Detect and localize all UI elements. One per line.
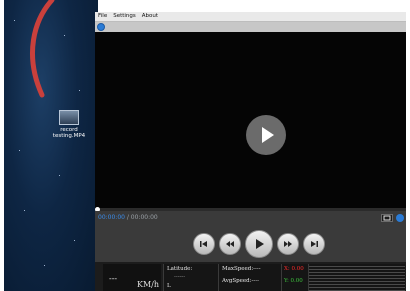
avg-speed-label: AvgSpeed:----	[222, 278, 259, 284]
video-player-window: File Settings About 00:00:00 / 00:00:00	[95, 12, 406, 291]
menu-settings[interactable]: Settings	[110, 12, 139, 21]
big-play-button[interactable]	[246, 115, 286, 155]
current-time: 00:00:00	[98, 214, 125, 221]
toolbar	[95, 22, 406, 32]
video-area[interactable]	[95, 32, 406, 208]
star	[64, 35, 65, 36]
open-file-icon[interactable]	[97, 23, 105, 31]
gsensor-panel: X: 0.00 Y: 0.00	[281, 264, 308, 291]
total-time: 00:00:00	[130, 214, 158, 221]
y-axis-value: Y: 0.00	[284, 278, 303, 284]
star	[44, 265, 45, 266]
menu-bar: File Settings About	[95, 12, 406, 22]
latitude-label: Latitude:	[167, 266, 193, 272]
longitude-label: L	[167, 283, 171, 289]
skip-forward-icon	[311, 241, 318, 247]
time-display: 00:00:00 / 00:00:00	[98, 214, 158, 221]
control-panel: 00:00:00 / 00:00:00	[95, 211, 406, 262]
latitude-value: ------	[174, 274, 186, 280]
menu-file[interactable]: File	[95, 12, 110, 21]
star	[19, 150, 20, 151]
speed-display: --- KM/h	[103, 264, 161, 291]
speed-value: ---	[109, 274, 118, 283]
play-icon	[262, 127, 274, 143]
red-annotation-arrow	[30, 0, 55, 98]
video-file-icon	[59, 110, 79, 125]
telemetry-panel: --- KM/h Latitude: ------ L MaxSpeed:---…	[95, 262, 406, 291]
right-controls	[381, 214, 404, 222]
screenshot-button[interactable]	[381, 214, 393, 222]
fast-forward-icon	[284, 241, 292, 247]
desktop-file-label-2: testing.MP4	[52, 133, 86, 139]
x-axis-value: X: 0.00	[284, 266, 304, 272]
menu-about[interactable]: About	[139, 12, 161, 21]
playback-buttons	[193, 230, 325, 258]
star	[74, 240, 75, 241]
star	[59, 175, 60, 176]
speed-stats-panel: MaxSpeed:---- AvgSpeed:----	[218, 264, 281, 291]
star	[79, 90, 80, 91]
speed-unit: KM/h	[137, 280, 160, 289]
settings-icon[interactable]	[396, 214, 404, 222]
skip-back-icon	[200, 241, 207, 247]
gsensor-graph	[308, 264, 405, 291]
skip-forward-button[interactable]	[303, 233, 325, 255]
star	[24, 210, 25, 211]
play-button[interactable]	[245, 230, 273, 258]
max-speed-label: MaxSpeed:----	[222, 266, 261, 272]
rewind-icon	[226, 241, 234, 247]
skip-back-button[interactable]	[193, 233, 215, 255]
rewind-button[interactable]	[219, 233, 241, 255]
fast-forward-button[interactable]	[277, 233, 299, 255]
desktop-file-icon[interactable]: record testing.MP4	[49, 110, 89, 139]
screenshot-icon	[383, 215, 391, 221]
coordinates-panel: Latitude: ------ L	[163, 264, 218, 291]
play-icon	[256, 239, 264, 249]
desktop-background: record testing.MP4	[4, 0, 98, 291]
